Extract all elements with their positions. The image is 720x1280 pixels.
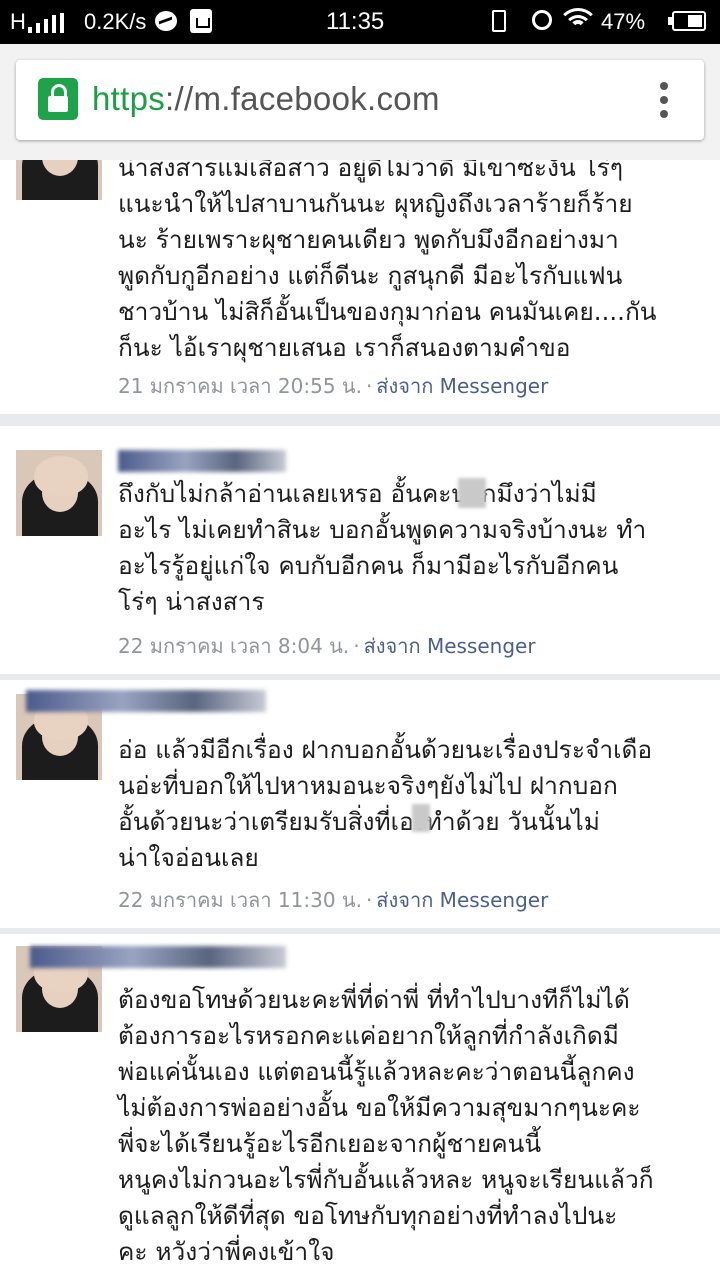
- network-speed: 0.2K/s: [84, 9, 147, 34]
- url-text[interactable]: https://m.facebook.com: [92, 80, 440, 118]
- comment-item: อ่อ แล้วมีอีกเรื่อง ฝากบอกอั้นด้วยนะเรื่…: [0, 680, 720, 928]
- meta-separator: ·: [353, 634, 360, 658]
- comment-timestamp[interactable]: 22 มกราคม เวลา 11:30 น.: [118, 888, 362, 912]
- avatar[interactable]: [16, 160, 102, 200]
- url-host: ://m.facebook.com: [165, 80, 440, 117]
- meta-separator: ·: [365, 374, 373, 398]
- comment-meta: 21 มกราคม เวลา 20:55 น. · ส่งจาก Messenger: [118, 370, 548, 402]
- battery-icon: [668, 11, 706, 31]
- messenger-icon: [155, 11, 177, 31]
- wifi-icon: [563, 8, 593, 32]
- address-bar[interactable]: https://m.facebook.com: [16, 60, 704, 140]
- comment-source[interactable]: ส่งจาก Messenger: [376, 888, 548, 912]
- author-name-redacted: [118, 450, 286, 472]
- vibrate-icon: [492, 10, 506, 32]
- message-feed[interactable]: น่าสงสารแม่เสือสาว อยู่ดีไม่ว่าดี มีเขาซ…: [0, 160, 720, 1280]
- comment-text: ต้องขอโทษด้วยนะคะพี่ที่ด่าพี่ ที่ทำไปบาง…: [118, 985, 654, 1266]
- status-bar: H 0.2K/s 11:35 47%: [0, 0, 720, 44]
- comment-timestamp[interactable]: 21 มกราคม เวลา 20:55 น.: [118, 374, 362, 398]
- comment-timestamp[interactable]: 22 มกราคม เวลา 8:04 น.: [118, 634, 349, 658]
- text-redaction: [458, 478, 486, 508]
- browser-toolbar: https://m.facebook.com: [0, 44, 720, 161]
- author-name-redacted: [26, 690, 266, 712]
- author-name-redacted: [30, 946, 286, 968]
- text-redaction: [412, 804, 430, 832]
- avatar[interactable]: [16, 450, 102, 536]
- comment-text: ถึงกับไม่กล้าอ่านเลยเหรอ อั้นคะบอกมึงว่า…: [118, 479, 647, 616]
- meta-separator: ·: [365, 888, 373, 912]
- alarm-icon: [532, 10, 552, 30]
- comment-item: ถึงกับไม่กล้าอ่านเลยเหรอ อั้นคะบอกมึงว่า…: [0, 426, 720, 674]
- signal-icon: [28, 13, 72, 33]
- comment-source[interactable]: ส่งจาก Messenger: [364, 634, 536, 658]
- comment-meta: 22 มกราคม เวลา 11:30 น. · ส่งจาก Messenger: [118, 884, 548, 916]
- comment-item: ต้องขอโทษด้วยนะคะพี่ที่ด่าพี่ ที่ทำไปบาง…: [0, 934, 720, 1280]
- overflow-menu-icon[interactable]: [660, 82, 668, 118]
- comment-text: น่าสงสารแม่เสือสาว อยู่ดีไม่ว่าดี มีเขาซ…: [118, 160, 657, 362]
- url-scheme: https: [92, 80, 166, 117]
- carrier-label: H: [10, 9, 26, 34]
- comment-meta: 22 มกราคม เวลา 8:04 น. · ส่งจาก Messenger: [118, 630, 536, 662]
- clock: 11:35: [326, 8, 385, 35]
- shopping-bag-icon: [190, 9, 212, 33]
- comment-source[interactable]: ส่งจาก Messenger: [376, 374, 548, 398]
- lock-icon[interactable]: [38, 78, 78, 120]
- battery-percent: 47%: [601, 9, 646, 34]
- comment-item: น่าสงสารแม่เสือสาว อยู่ดีไม่ว่าดี มีเขาซ…: [0, 160, 720, 414]
